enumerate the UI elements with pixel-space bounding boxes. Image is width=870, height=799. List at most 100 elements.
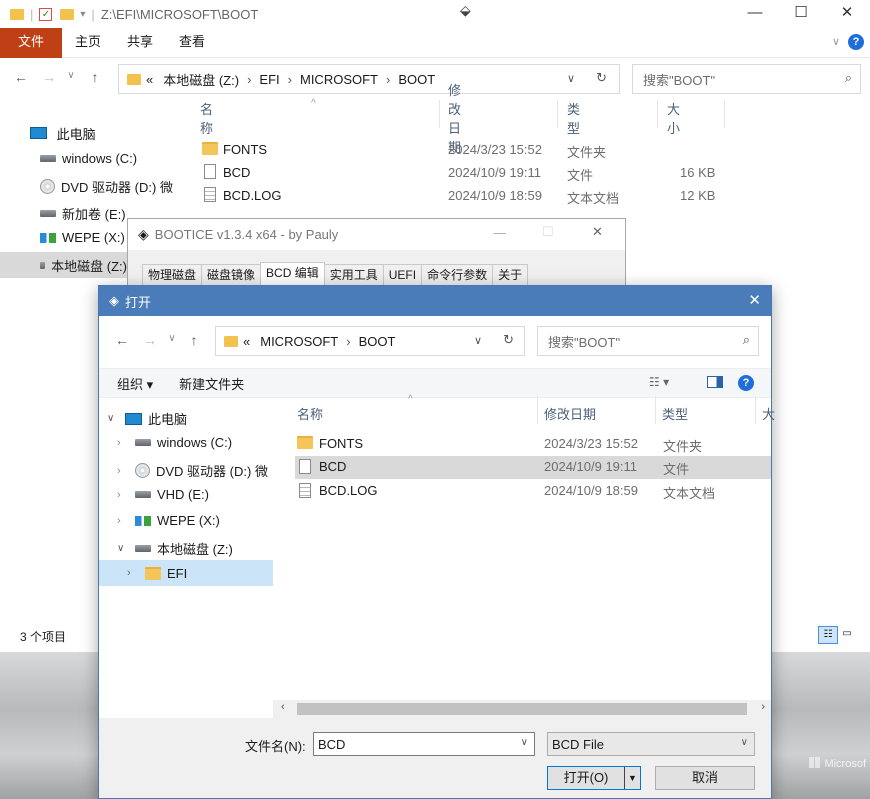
column-size[interactable]: 大: [762, 404, 775, 423]
collapsed-chevron-icon[interactable]: ›: [117, 437, 131, 449]
nav-item-vhd-e[interactable]: › VHD (E:): [117, 487, 209, 502]
properties-icon[interactable]: ✓: [39, 7, 53, 21]
change-view-icon[interactable]: ☷ ▾: [649, 375, 669, 389]
help-icon[interactable]: ?: [848, 34, 864, 50]
filename-field[interactable]: BCD ∨: [313, 732, 535, 756]
file-row-bcdlog[interactable]: BCD.LOG 2024/10/9 18:59 文本文档 12 KB: [200, 186, 760, 208]
dialog-search-input[interactable]: 搜索"BOOT": [548, 332, 620, 351]
tab-share[interactable]: 共享: [114, 28, 166, 58]
recent-locations-icon[interactable]: ∨: [60, 70, 82, 81]
breadcrumb-overflow[interactable]: «: [141, 72, 158, 87]
collapsed-chevron-icon[interactable]: ›: [117, 489, 131, 501]
filename-dropdown-icon[interactable]: ∨: [521, 737, 528, 748]
close-button[interactable]: ✕: [592, 224, 603, 240]
maximize-button[interactable]: ☐: [542, 224, 554, 240]
close-button[interactable]: ✕: [824, 0, 870, 28]
nav-item-wepe-x[interactable]: WEPE (X:): [40, 230, 125, 245]
large-icons-view-icon[interactable]: ▭: [838, 626, 856, 644]
column-name[interactable]: 名称: [200, 99, 213, 137]
file-type-filter[interactable]: BCD File ∨: [547, 732, 755, 756]
column-size[interactable]: 大小: [667, 99, 680, 137]
nav-item-this-pc[interactable]: ∨ 此电脑: [107, 409, 187, 428]
tab-about[interactable]: 关于: [492, 264, 529, 286]
cancel-button[interactable]: 取消: [655, 766, 755, 790]
dialog-address-bar[interactable]: « MICROSOFT › BOOT ∨ ↻: [215, 326, 525, 356]
nav-item-windows-c[interactable]: windows (C:): [40, 151, 137, 166]
tab-utilities[interactable]: 实用工具: [323, 264, 384, 286]
tab-home[interactable]: 主页: [62, 28, 114, 58]
collapsed-chevron-icon[interactable]: ›: [117, 515, 131, 527]
column-type[interactable]: 类型: [662, 404, 688, 423]
file-row-bcdlog[interactable]: BCD.LOG 2024/10/9 18:59 文本文档: [295, 480, 771, 502]
expanded-chevron-icon[interactable]: ∨: [117, 543, 131, 554]
nav-item-new-volume-e[interactable]: 新加卷 (E:): [40, 204, 126, 223]
search-icon[interactable]: ⌕: [743, 332, 750, 348]
maximize-button[interactable]: ☐: [778, 0, 824, 28]
column-type[interactable]: 类型: [567, 99, 580, 137]
search-box[interactable]: 搜索"BOOT" ⌕: [632, 64, 861, 94]
dialog-close-button[interactable]: ✕: [748, 291, 761, 309]
nav-item-wepe-x[interactable]: › WEPE (X:): [117, 513, 220, 528]
breadcrumb-item[interactable]: MICROSOFT: [295, 72, 383, 87]
up-arrow-icon[interactable]: ↑: [84, 69, 106, 85]
column-date[interactable]: 修改日期: [544, 404, 596, 423]
address-bar[interactable]: « 本地磁盘 (Z:) › EFI › MICROSOFT › BOOT ∨ ↻: [118, 64, 620, 94]
customize-quick-access-icon[interactable]: ▾: [80, 9, 85, 20]
nav-item-windows-c[interactable]: › windows (C:): [117, 435, 232, 450]
breadcrumb-item[interactable]: 本地磁盘 (Z:): [158, 70, 244, 89]
refresh-icon[interactable]: ↻: [503, 332, 514, 348]
tab-file[interactable]: 文件: [0, 27, 63, 58]
back-arrow-icon[interactable]: ←: [10, 69, 32, 85]
file-row-fonts[interactable]: FONTS 2024/3/23 15:52 文件夹: [295, 433, 771, 455]
scroll-left-icon[interactable]: ‹: [281, 701, 285, 713]
refresh-icon[interactable]: ↻: [596, 70, 607, 86]
breadcrumb-overflow[interactable]: «: [238, 334, 255, 349]
file-row-bcd[interactable]: BCD 2024/10/9 19:11 文件: [295, 456, 771, 479]
expanded-chevron-icon[interactable]: ∨: [107, 413, 121, 424]
new-folder-icon[interactable]: [60, 8, 75, 20]
recent-locations-icon[interactable]: ∨: [161, 333, 183, 344]
filter-dropdown-icon[interactable]: ∨: [741, 737, 748, 748]
preview-pane-icon[interactable]: [707, 376, 723, 388]
scroll-right-icon[interactable]: ›: [761, 701, 765, 713]
tab-bcd-edit[interactable]: BCD 编辑: [260, 262, 325, 286]
nav-item-this-pc[interactable]: 此电脑: [30, 124, 96, 143]
minimize-button[interactable]: —: [732, 0, 778, 28]
nav-item-dvd-d[interactable]: › DVD 驱动器 (D:) 微: [117, 461, 268, 480]
tab-command-line[interactable]: 命令行参数: [421, 264, 494, 286]
filename-input[interactable]: BCD: [318, 737, 345, 752]
minimize-button[interactable]: —: [493, 225, 506, 240]
tab-physical-disk[interactable]: 物理磁盘: [142, 264, 203, 286]
breadcrumb-item[interactable]: EFI: [254, 72, 284, 87]
collapsed-chevron-icon[interactable]: ›: [127, 567, 141, 579]
nav-item-local-disk-z[interactable]: ∨ 本地磁盘 (Z:): [117, 539, 233, 558]
search-input[interactable]: 搜索"BOOT": [643, 70, 715, 89]
open-button[interactable]: 打开(O) ▼: [547, 766, 641, 790]
file-row-fonts[interactable]: FONTS 2024/3/23 15:52 文件夹: [200, 140, 760, 162]
breadcrumb-item[interactable]: MICROSOFT: [255, 334, 343, 349]
tab-view[interactable]: 查看: [166, 28, 218, 58]
dialog-search-box[interactable]: 搜索"BOOT" ⌕: [537, 326, 759, 356]
open-split-dropdown-icon[interactable]: ▼: [624, 767, 640, 789]
address-dropdown-icon[interactable]: ∨: [474, 334, 482, 347]
back-arrow-icon[interactable]: ←: [111, 332, 133, 348]
tab-disk-image[interactable]: 磁盘镜像: [201, 264, 262, 286]
collapsed-chevron-icon[interactable]: ›: [117, 465, 131, 477]
forward-arrow-icon[interactable]: →: [38, 69, 60, 85]
up-arrow-icon[interactable]: ↑: [183, 332, 205, 348]
organize-menu[interactable]: 组织 ▾: [117, 374, 153, 393]
forward-arrow-icon[interactable]: →: [139, 332, 161, 348]
new-folder-button[interactable]: 新建文件夹: [179, 374, 244, 393]
address-dropdown-icon[interactable]: ∨: [567, 72, 575, 85]
scrollbar-thumb[interactable]: [297, 703, 747, 715]
search-icon[interactable]: ⌕: [845, 70, 852, 86]
file-row-bcd[interactable]: BCD 2024/10/9 19:11 文件 16 KB: [200, 163, 760, 185]
column-name[interactable]: 名称: [297, 404, 323, 423]
nav-item-local-disk-z[interactable]: 本地磁盘 (Z:): [0, 252, 127, 278]
breadcrumb-item[interactable]: BOOT: [354, 334, 401, 349]
breadcrumb-item[interactable]: BOOT: [393, 72, 440, 87]
horizontal-scrollbar[interactable]: ‹ ›: [273, 700, 771, 718]
nav-item-dvd-d[interactable]: DVD 驱动器 (D:) 微: [40, 177, 173, 196]
tab-uefi[interactable]: UEFI: [382, 264, 423, 286]
details-view-icon[interactable]: ☷: [818, 626, 838, 644]
